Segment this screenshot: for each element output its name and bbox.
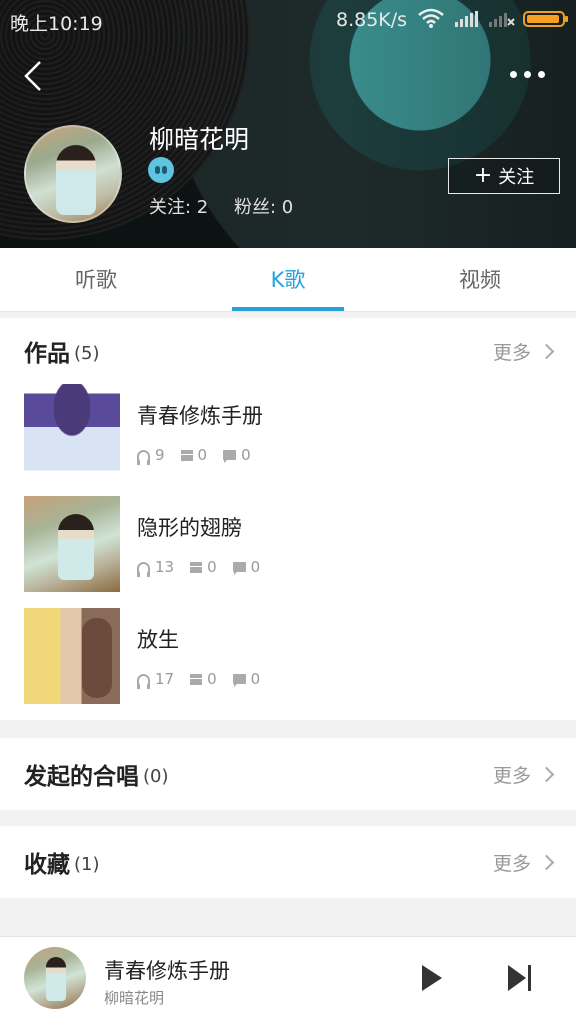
status-time: 晚上10:19 [10, 13, 103, 35]
gift-icon [180, 449, 193, 461]
following-count[interactable]: 关注: 2 [149, 197, 208, 218]
comment-icon [223, 450, 237, 463]
follow-button-label: 关注 [498, 167, 535, 188]
avatar[interactable] [24, 125, 122, 223]
chorus-more-link[interactable]: 更多 [493, 761, 555, 788]
song-title: 隐形的翅膀 [137, 516, 242, 540]
song-stats: 9 0 0 [137, 446, 251, 465]
chevron-right-icon [538, 766, 555, 782]
player-cover [24, 947, 86, 1009]
chevron-right-icon [538, 854, 555, 870]
favorites-more-link[interactable]: 更多 [493, 849, 555, 876]
favorites-section[interactable]: 收藏 (1) 更多 [0, 826, 576, 898]
back-arrow-icon[interactable] [18, 58, 48, 94]
signal-no-service-icon [489, 13, 515, 27]
headphone-icon [137, 449, 150, 465]
followers-count[interactable]: 粉丝: 0 [234, 197, 293, 218]
more-dots-icon[interactable] [506, 62, 548, 86]
chorus-count: (0) [143, 765, 169, 787]
favorites-count: (1) [74, 853, 100, 875]
song-stats: 17 0 0 [137, 670, 260, 689]
next-track-icon[interactable] [508, 965, 534, 991]
comment-icon [232, 562, 246, 575]
follow-stats: 关注: 2 粉丝: 0 [149, 193, 313, 219]
player-song-title: 青春修炼手册 [104, 959, 230, 983]
chorus-section[interactable]: 发起的合唱 (0) 更多 [0, 738, 576, 810]
battery-icon [523, 11, 568, 27]
follow-button[interactable]: + 关注 [448, 158, 560, 194]
status-bar: 晚上10:19 8.85K/s [0, 0, 576, 40]
badge-icon [148, 157, 174, 183]
network-speed: 8.85K/s [336, 9, 408, 31]
tab-listen[interactable]: 听歌 [0, 248, 192, 311]
username: 柳暗花明 [149, 125, 250, 154]
mini-player[interactable]: 青春修炼手册 柳暗花明 [0, 936, 576, 1024]
signal-icon [455, 11, 478, 27]
chorus-title: 发起的合唱 [24, 764, 139, 790]
headphone-icon [137, 561, 150, 577]
profile-header: 晚上10:19 8.85K/s 柳暗花明 关注: 2 粉丝: 0 + 关注 [0, 0, 576, 248]
song-stats: 13 0 0 [137, 558, 260, 577]
works-section: 作品 (5) 更多 青春修炼手册 9 0 0 隐形的翅膀 13 0 0 放生 1… [0, 318, 576, 720]
song-cover [24, 608, 120, 704]
song-cover [24, 496, 120, 592]
plus-icon: + [473, 163, 493, 188]
list-item[interactable]: 隐形的翅膀 13 0 0 [0, 496, 576, 608]
player-artist: 柳暗花明 [104, 989, 165, 1007]
song-title: 放生 [137, 628, 179, 652]
gift-icon [190, 673, 203, 685]
works-more-link[interactable]: 更多 [493, 338, 555, 365]
works-title: 作品 [24, 341, 70, 367]
chevron-right-icon [538, 343, 555, 359]
tab-bar: 听歌 K歌 视频 [0, 248, 576, 312]
favorites-title: 收藏 [24, 852, 70, 878]
tab-karaoke[interactable]: K歌 [192, 248, 384, 311]
song-title: 青春修炼手册 [137, 404, 263, 428]
tab-video[interactable]: 视频 [384, 248, 576, 311]
comment-icon [232, 674, 246, 687]
song-cover [24, 384, 120, 480]
gift-icon [190, 561, 203, 573]
headphone-icon [137, 673, 150, 689]
list-item[interactable]: 青春修炼手册 9 0 0 [0, 384, 576, 496]
list-item[interactable]: 放生 17 0 0 [0, 608, 576, 720]
works-count: (5) [74, 342, 100, 364]
play-icon[interactable] [422, 965, 442, 991]
wifi-icon [418, 8, 444, 28]
